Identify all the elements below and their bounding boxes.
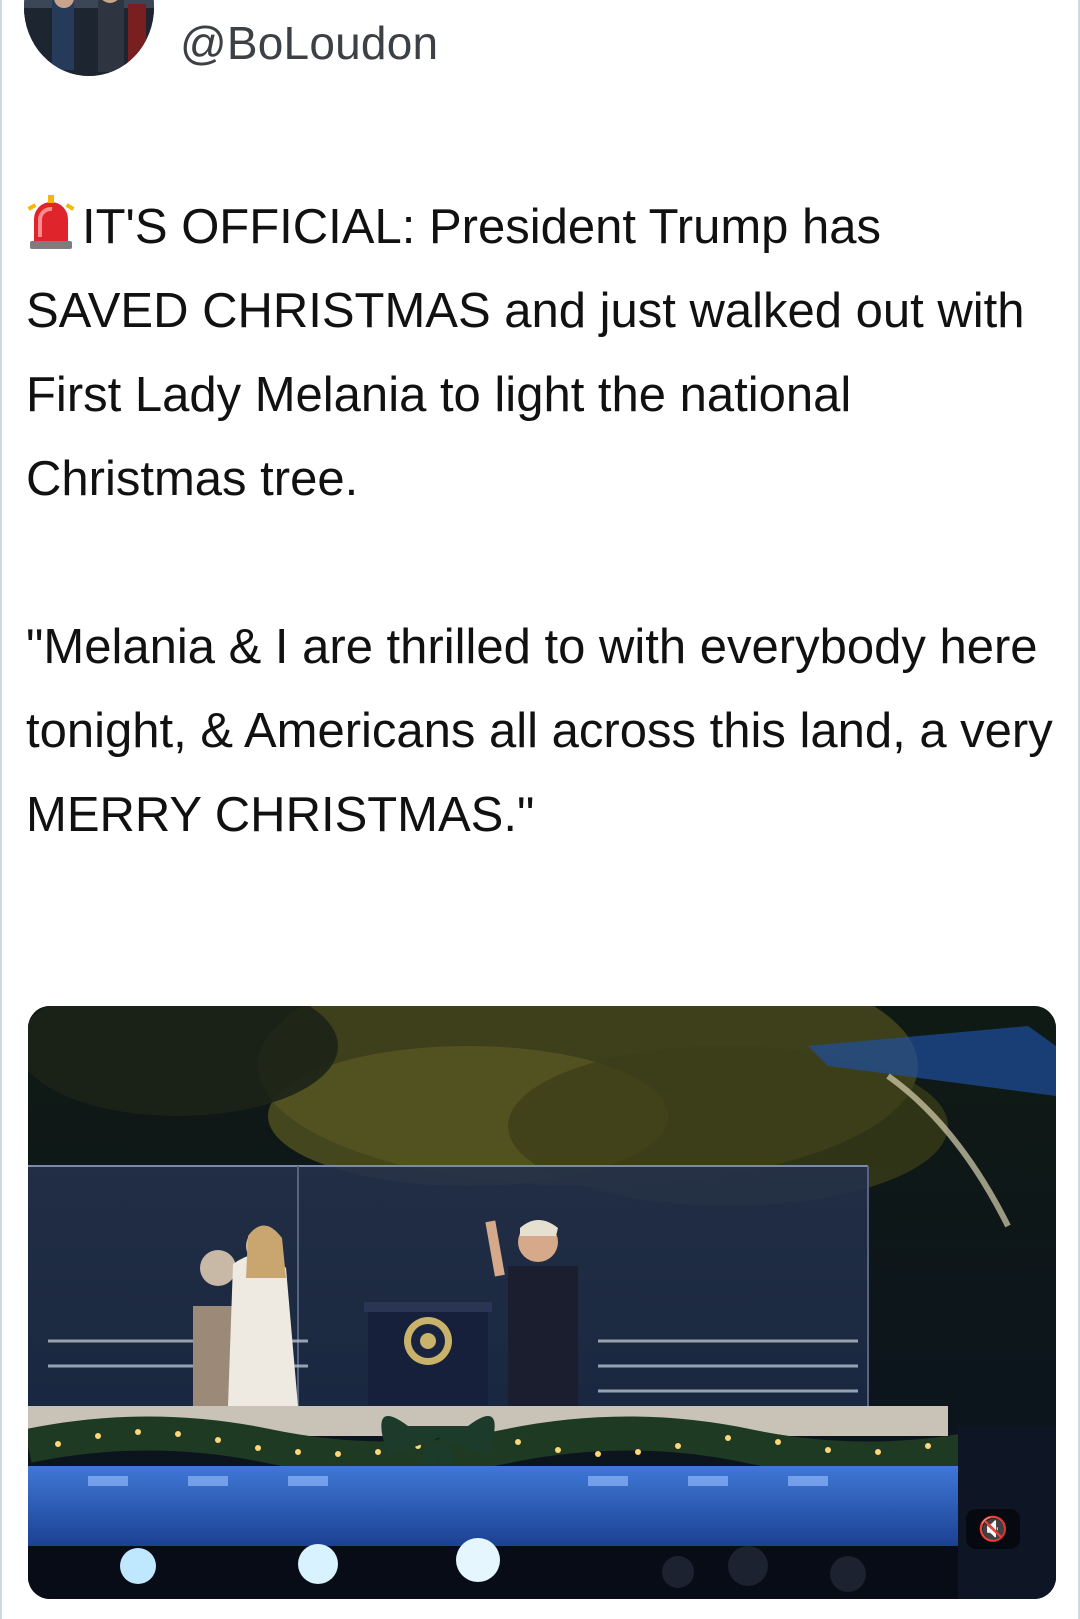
tweet-paragraph-2: "Melania & I are thrilled to with everyb… — [26, 620, 1053, 842]
tweet-card: @BoLoudon IT'S OFFICIAL: President Trump… — [0, 0, 1080, 1619]
avatar[interactable] — [24, 0, 154, 76]
video-frame — [28, 1006, 1056, 1599]
tweet-paragraph-1-text: IT'S OFFICIAL: President Trump has SAVED… — [26, 200, 1025, 506]
tweet-body: IT'S OFFICIAL: President Trump has SAVED… — [26, 185, 1056, 857]
police-siren-icon — [26, 193, 76, 251]
video-player[interactable]: 🔇 — [28, 1006, 1056, 1599]
mute-button[interactable]: 🔇 — [966, 1509, 1020, 1549]
speaker-muted-icon: 🔇 — [978, 1515, 1008, 1543]
author-handle[interactable]: @BoLoudon — [180, 18, 438, 69]
tweet-paragraph-1: IT'S OFFICIAL: President Trump has SAVED… — [26, 185, 1056, 521]
